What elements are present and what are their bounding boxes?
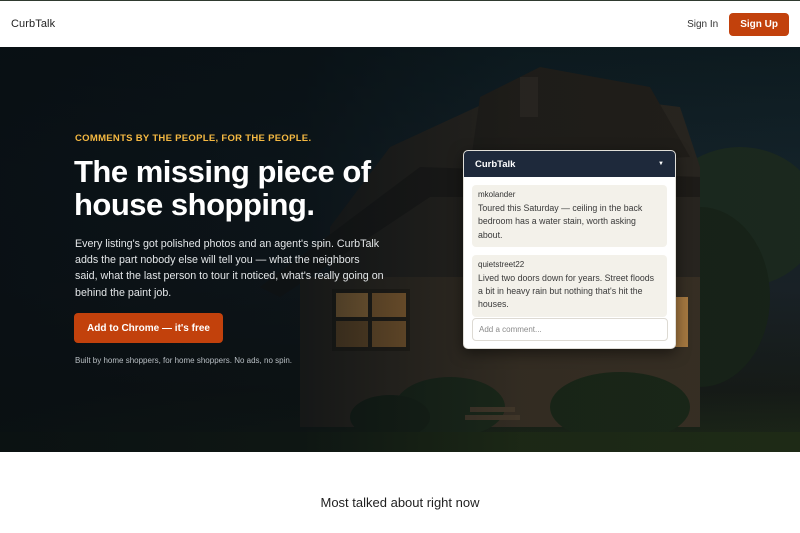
comment-username[interactable]: mkolander xyxy=(478,190,661,199)
sign-in-link[interactable]: Sign In xyxy=(687,19,718,30)
widget-header: CurbTalk ▼ xyxy=(464,151,675,177)
widget-title: CurbTalk xyxy=(475,158,516,170)
comment-card: mkolander Toured this Saturday — ceiling… xyxy=(472,185,667,247)
curbtalk-widget-preview: CurbTalk ▼ mkolander Toured this Saturda… xyxy=(463,150,676,349)
top-navbar: CurbTalk Sign In Sign Up xyxy=(0,0,800,47)
comment-text: Toured this Saturday — ceiling in the ba… xyxy=(478,203,643,240)
nav-actions: Sign In Sign Up xyxy=(687,12,789,36)
brand-logo[interactable]: CurbTalk xyxy=(11,18,55,30)
add-comment-input[interactable] xyxy=(472,318,668,341)
hero-fineprint: Built by home shoppers, for home shopper… xyxy=(75,356,293,365)
add-to-chrome-button[interactable]: Add to Chrome — it's free xyxy=(74,313,223,343)
hero-eyebrow: COMMENTS BY THE PEOPLE, FOR THE PEOPLE. xyxy=(75,133,312,144)
caret-down-icon[interactable]: ▼ xyxy=(658,161,664,167)
hero-description: Every listing's got polished photos and … xyxy=(75,238,384,299)
hero-section: COMMENTS BY THE PEOPLE, FOR THE PEOPLE. … xyxy=(0,47,800,452)
sign-up-button[interactable]: Sign Up xyxy=(729,12,789,36)
hero-headline: The missing piece of house shopping. xyxy=(74,154,371,222)
most-talked-about-heading: Most talked about right now xyxy=(320,495,480,510)
comment-card: quietstreet22 Lived two doors down for y… xyxy=(472,254,667,317)
comment-text: Lived two doors down for years. Street f… xyxy=(478,272,655,310)
comment-username[interactable]: quietstreet22 xyxy=(478,260,661,269)
